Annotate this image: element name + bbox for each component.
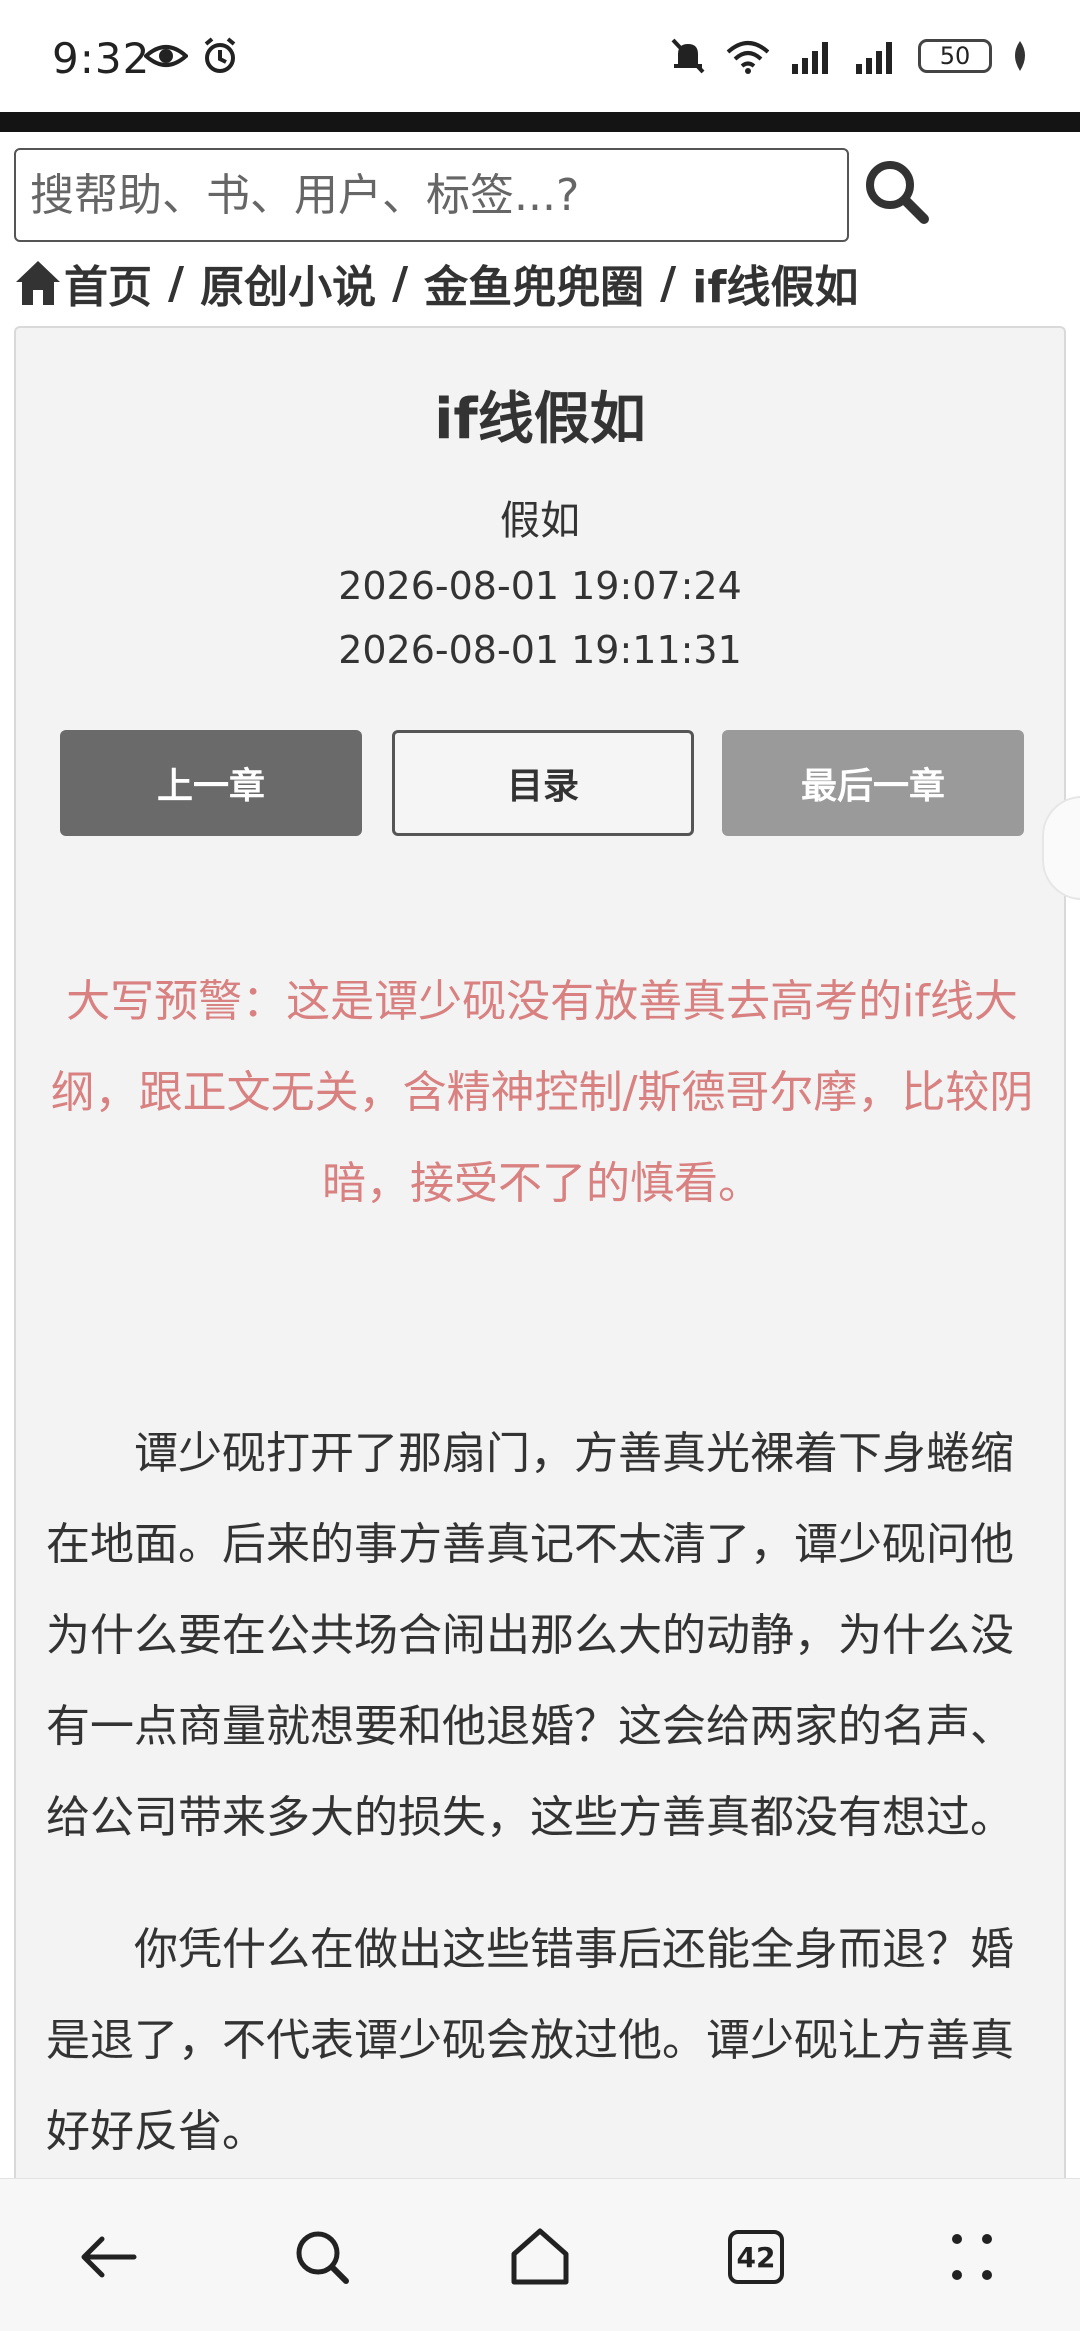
leaf-icon (1015, 41, 1025, 71)
status-left-icons (144, 36, 240, 76)
signal-icon-2 (856, 42, 892, 74)
breadcrumb-separator: / (168, 257, 185, 309)
breadcrumb: 首页 / 原创小说 / 金鱼兜兜圈 / if线假如 (14, 250, 858, 316)
breadcrumb-chapter[interactable]: if线假如 (692, 251, 858, 315)
breadcrumb-category[interactable]: 原创小说 (200, 251, 376, 315)
top-rule (0, 112, 1080, 132)
signal-icon (792, 42, 828, 74)
wifi-icon (726, 41, 770, 74)
home-outline-icon (511, 2228, 569, 2285)
table-of-contents-button[interactable]: 目录 (392, 730, 694, 836)
search-icon (866, 161, 929, 224)
status-time: 9:32 (52, 34, 151, 83)
breadcrumb-separator: / (392, 257, 409, 309)
mute-bell-icon (671, 38, 705, 74)
eye-icon (144, 45, 188, 67)
content-warning: 大写预警：这是谭少砚没有放善真去高考的if线大纲，跟正文无关，含精神控制/斯德哥… (50, 976, 1034, 1209)
search-input[interactable] (28, 150, 835, 240)
chapter-title: if线假如 (434, 387, 646, 452)
tabs-button[interactable]: 42 (716, 2217, 796, 2297)
chapter-author[interactable]: 假如 (16, 488, 1064, 546)
updated-date: 2026-08-01 19:11:31 (338, 628, 742, 672)
back-button[interactable] (68, 2217, 148, 2297)
search-icon (296, 2231, 349, 2284)
breadcrumb-separator: / (660, 257, 677, 309)
browser-search-button[interactable] (282, 2217, 362, 2297)
battery-icon: 50 (918, 39, 992, 73)
browser-home-button[interactable] (500, 2217, 580, 2297)
tab-count: 42 (728, 2230, 784, 2284)
dots-menu-icon (952, 2234, 992, 2280)
breadcrumb-book[interactable]: 金鱼兜兜圈 (424, 251, 644, 315)
last-chapter-button[interactable]: 最后一章 (722, 730, 1024, 836)
prev-chapter-button[interactable]: 上一章 (60, 730, 362, 836)
created-date: 2026-08-01 19:07:24 (338, 564, 742, 608)
search-button[interactable] (862, 157, 932, 227)
status-right-icons: 50 (670, 36, 1030, 76)
back-arrow-icon (81, 2236, 137, 2278)
status-bar: 9:32 50 (0, 0, 1080, 112)
menu-button[interactable] (932, 2217, 1012, 2297)
alarm-icon (204, 37, 236, 73)
breadcrumb-home[interactable]: 首页 (64, 251, 152, 315)
content-paragraph: 谭少砚打开了那扇门，方善真光裸着下身蜷缩在地面。后来的事方善真记不太清了，谭少砚… (46, 1428, 1014, 1843)
home-icon (16, 261, 60, 305)
bottom-nav: 42 (0, 2178, 1080, 2331)
chapter-card: if线假如 假如 2026-08-01 19:07:24 2026-08-01 … (14, 326, 1066, 2226)
search-box (14, 148, 849, 242)
content-paragraph: 你凭什么在做出这些错事后还能全身而退？婚是退了，不代表谭少砚会放过他。谭少砚让方… (46, 1924, 1014, 2157)
